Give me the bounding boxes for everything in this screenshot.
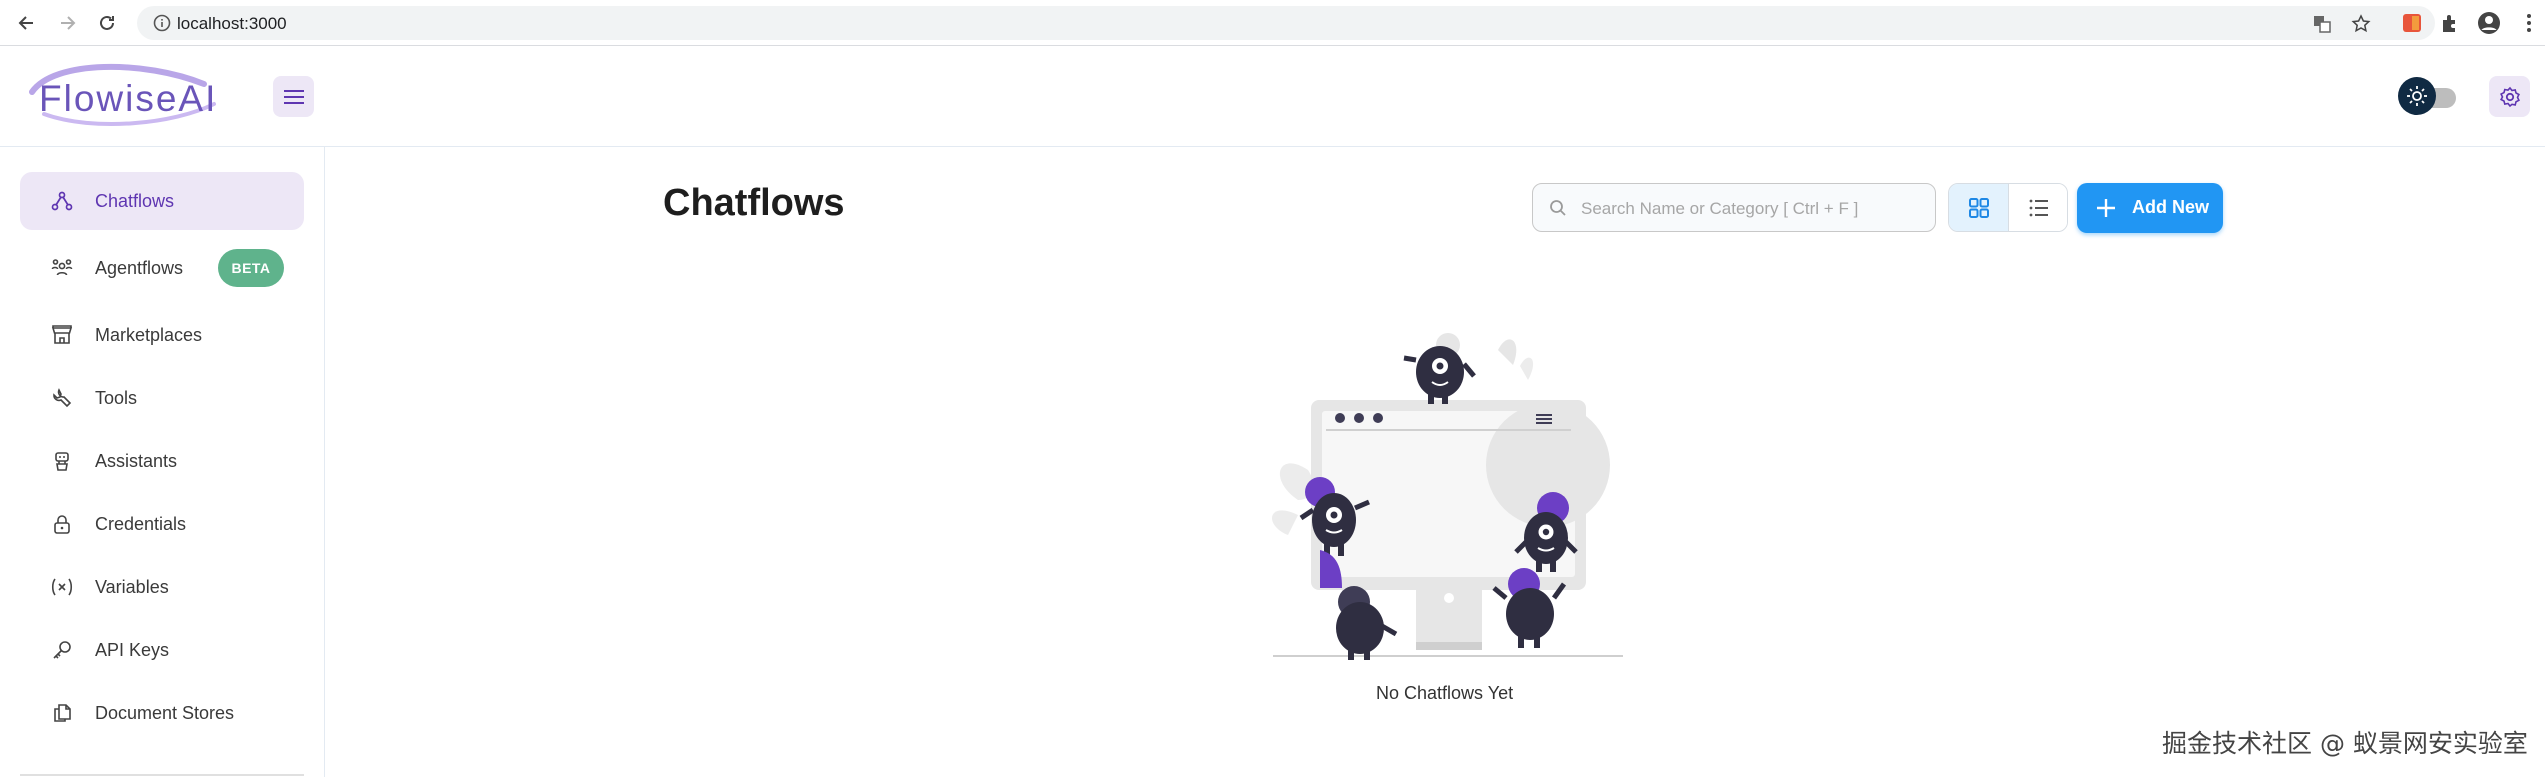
puzzle-icon[interactable] <box>2438 11 2462 35</box>
view-toggle-group <box>1948 183 2068 232</box>
key-icon <box>50 638 74 662</box>
sidebar-item-label: API Keys <box>95 639 170 660</box>
lock-icon <box>50 512 74 536</box>
plus-icon <box>2095 197 2117 224</box>
flowise-logo[interactable]: FlowiseAI <box>24 62 224 128</box>
sidebar-item-label: Document Stores <box>95 702 235 723</box>
sidebar-divider <box>20 774 304 776</box>
search-field[interactable] <box>1532 183 1936 232</box>
back-icon[interactable] <box>12 8 42 38</box>
beta-badge: BETA <box>218 249 284 287</box>
watermark-text: 掘金技术社区 @ 蚁景网安实验室 <box>2162 729 2528 758</box>
search-input[interactable] <box>1579 194 1923 224</box>
files-icon <box>50 701 74 725</box>
logo-text: FlowiseAI <box>39 78 218 119</box>
list-view-button[interactable] <box>2009 184 2067 231</box>
add-new-button[interactable]: Add New <box>2077 183 2223 233</box>
empty-state-illustration <box>1258 330 1628 662</box>
page-title: Chatflows <box>663 182 845 224</box>
browser-toolbar: localhost:3000 <box>0 0 2545 46</box>
empty-state-text: No Chatflows Yet <box>1376 683 1514 703</box>
profile-icon[interactable] <box>2477 11 2501 35</box>
sidebar-item-agentflows[interactable]: Agentflows BETA <box>20 239 304 297</box>
sidebar-item-chatflows[interactable]: Chatflows <box>20 172 304 230</box>
sidebar-item-document-stores[interactable]: Document Stores <box>20 684 304 742</box>
gear-icon <box>2499 86 2520 107</box>
sidebar-item-label: Variables <box>95 576 169 597</box>
grid-icon <box>1968 197 1989 218</box>
sidebar-item-label: Marketplaces <box>95 324 203 345</box>
sidebar-item-label: Agentflows <box>95 257 184 278</box>
sidebar-item-api-keys[interactable]: API Keys <box>20 621 304 679</box>
hamburger-icon <box>283 89 304 104</box>
sun-icon <box>2398 77 2436 115</box>
users-group-icon <box>50 256 74 280</box>
site-info-icon[interactable] <box>153 14 171 37</box>
settings-button[interactable] <box>2489 76 2530 117</box>
search-icon <box>1549 199 1567 222</box>
add-new-label: Add New <box>2132 197 2210 217</box>
sidebar: Chatflows Agentflows BETA Marketplaces T… <box>0 147 325 777</box>
sidebar-item-tools[interactable]: Tools <box>20 369 304 427</box>
list-icon <box>2029 199 2048 216</box>
building-store-icon <box>50 323 74 347</box>
browser-menu-icon[interactable] <box>2517 11 2541 35</box>
sidebar-item-label: Chatflows <box>95 190 175 211</box>
sidebar-item-label: Tools <box>95 387 138 408</box>
sidebar-item-credentials[interactable]: Credentials <box>20 495 304 553</box>
hierarchy-icon <box>50 189 74 213</box>
card-view-button[interactable] <box>1949 184 2009 231</box>
app-header: FlowiseAI <box>0 46 2545 147</box>
forward-icon[interactable] <box>52 8 82 38</box>
reload-icon[interactable] <box>92 8 122 38</box>
translate-icon[interactable] <box>2311 13 2333 35</box>
dark-mode-toggle[interactable] <box>2398 74 2466 118</box>
sidebar-item-label: Assistants <box>95 450 178 471</box>
sidebar-item-assistants[interactable]: Assistants <box>20 432 304 490</box>
sidebar-item-marketplaces[interactable]: Marketplaces <box>20 306 304 364</box>
menu-toggle-button[interactable] <box>273 76 314 117</box>
tool-icon <box>50 386 74 410</box>
robot-icon <box>50 449 74 473</box>
extension-icon[interactable] <box>2400 11 2424 35</box>
sidebar-item-variables[interactable]: Variables <box>20 558 304 616</box>
url-text: localhost:3000 <box>177 14 287 33</box>
address-bar[interactable]: localhost:3000 <box>137 6 2435 40</box>
bookmark-star-icon[interactable] <box>2350 13 2372 35</box>
sidebar-item-label: Credentials <box>95 513 187 534</box>
variable-icon <box>50 575 74 599</box>
